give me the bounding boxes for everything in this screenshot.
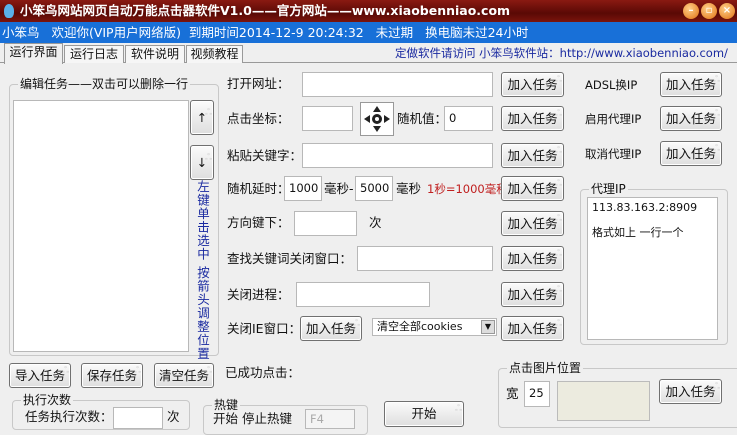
import-task-button[interactable]: 导入任务 — [9, 360, 71, 388]
title-bar: 小笨鸟网站网页自动万能点击器软件V1.0——官方网站——www.xiaobenn… — [0, 0, 737, 22]
start-button[interactable]: 开始 — [384, 398, 464, 427]
add-click-task-button[interactable]: 加入任务 — [501, 103, 564, 131]
success-count-label: 已成功点击： — [225, 365, 301, 380]
cancel-proxy-label: 取消代理IP — [585, 147, 642, 161]
width-input[interactable]: 25 — [524, 381, 550, 407]
cancel-proxy-add-button[interactable]: 加入任务 — [660, 138, 722, 166]
reorder-hint: 左键单击选中 按箭头调整位置 — [195, 180, 210, 361]
proxy-line-2: 格式如上 一行一个 — [592, 226, 684, 239]
tab-run[interactable]: 运行界面 — [4, 43, 63, 64]
delay-note: 1秒=1000毫秒 — [427, 182, 508, 196]
add-url-task-button[interactable]: 加入任务 — [501, 69, 564, 97]
image-preview — [557, 381, 650, 421]
close-button[interactable]: × — [719, 3, 735, 19]
pc-change-status: 换电脑未过24小时 — [425, 25, 529, 40]
adsl-add-button[interactable]: 加入任务 — [660, 69, 722, 97]
arrow-input[interactable] — [294, 211, 357, 236]
add-delay-task-button[interactable]: 加入任务 — [501, 173, 564, 201]
proxy-line-1: 113.83.163.2:8909 — [592, 201, 698, 214]
enable-proxy-add-button[interactable]: 加入任务 — [660, 103, 722, 131]
coord-label: 点击坐标： — [227, 111, 290, 126]
expiry-status: 未过期 — [375, 25, 414, 40]
move-up-button[interactable]: ↑ — [190, 97, 214, 135]
welcome-text: 欢迎你(VIP用户网络版) — [51, 25, 181, 40]
random-label: 随机值： — [397, 111, 448, 126]
url-label: 打开网址： — [227, 76, 290, 91]
hotkey-group-label: 热键 — [212, 398, 241, 412]
move-down-button[interactable]: ↓ — [190, 142, 214, 180]
image-add-task-button[interactable]: 加入任务 — [659, 376, 722, 404]
window-title: 小笨鸟网站网页自动万能点击器软件V1.0——官方网站——www.xiaobenn… — [20, 3, 511, 18]
delay-label: 随机延时： — [227, 181, 290, 196]
close-ie-add-button[interactable]: 加入任务 — [300, 313, 362, 341]
enable-proxy-label: 启用代理IP — [585, 112, 642, 126]
exec-count-label: 任务执行次数： — [25, 409, 113, 424]
site-link[interactable]: 定做软件请访问 小笨鸟软件站：http://www.xiaobenniao.co… — [395, 45, 728, 61]
add-arrow-task-button[interactable]: 加入任务 — [501, 208, 564, 236]
hotkey-label: 开始 停止热键 — [213, 411, 292, 426]
close-process-label: 关闭进程： — [227, 287, 290, 302]
add-keyword-task-button[interactable]: 加入任务 — [501, 140, 564, 168]
close-ie-label: 关闭IE窗口： — [227, 321, 302, 336]
cookie-select[interactable]: 清空全部cookies ▼ — [372, 318, 497, 336]
username: 小笨鸟 — [2, 25, 40, 40]
proxy-ip-textarea[interactable]: 113.83.163.2:8909 格式如上 一行一个 — [587, 197, 718, 340]
hotkey-input[interactable]: F4 — [305, 409, 355, 429]
close-process-input[interactable] — [296, 282, 430, 307]
task-list[interactable] — [13, 100, 189, 352]
random-input[interactable]: 0 — [444, 106, 493, 131]
exec-count-group-label: 执行次数 — [21, 393, 74, 407]
delay-max-input[interactable]: 5000 — [355, 176, 393, 201]
exec-count-input[interactable] — [113, 407, 163, 429]
find-close-label: 查找关键词关闭窗口： — [227, 251, 353, 266]
add-close-process-task-button[interactable]: 加入任务 — [501, 279, 564, 307]
minimize-button[interactable]: – — [683, 3, 699, 19]
tab-help[interactable]: 软件说明 — [125, 45, 185, 63]
find-close-input[interactable] — [357, 246, 493, 271]
url-input[interactable] — [302, 72, 493, 97]
maximize-button[interactable]: ▫ — [701, 3, 717, 19]
keyword-input[interactable] — [302, 143, 493, 168]
cookie-select-value: 清空全部cookies — [377, 320, 463, 333]
crosshair-picker-icon[interactable] — [360, 102, 394, 136]
tab-log[interactable]: 运行日志 — [64, 45, 124, 63]
user-info-bar: 小笨鸟 欢迎你(VIP用户网络版) 到期时间2014-12-9 20:24:32… — [0, 22, 737, 43]
tab-video[interactable]: 视频教程 — [186, 45, 243, 63]
clear-task-button[interactable]: 清空任务 — [154, 360, 214, 388]
add-cookie-task-button[interactable]: 加入任务 — [501, 313, 564, 341]
arrow-label: 方向键下： — [227, 215, 290, 230]
expiry-time: 到期时间2014-12-9 20:24:32 — [188, 25, 364, 40]
ms-label: 毫秒 — [396, 181, 422, 196]
ms-dash-label: 毫秒- — [324, 181, 354, 196]
bird-logo-icon — [4, 4, 14, 18]
exec-count-unit: 次 — [167, 409, 180, 424]
coord-input[interactable] — [302, 106, 353, 131]
chevron-down-icon[interactable]: ▼ — [481, 320, 495, 334]
delay-min-input[interactable]: 1000 — [284, 176, 322, 201]
width-label: 宽 — [506, 386, 519, 401]
save-task-button[interactable]: 保存任务 — [81, 360, 143, 388]
add-find-close-task-button[interactable]: 加入任务 — [501, 243, 564, 271]
keyword-label: 粘贴关键字： — [227, 148, 303, 163]
adsl-label: ADSL换IP — [585, 78, 638, 92]
proxy-ip-group-label: 代理IP — [589, 182, 628, 196]
image-position-label: 点击图片位置 — [507, 361, 584, 375]
arrow-unit: 次 — [369, 215, 382, 230]
task-editor-label: 编辑任务——双击可以删除一行 — [18, 77, 191, 91]
